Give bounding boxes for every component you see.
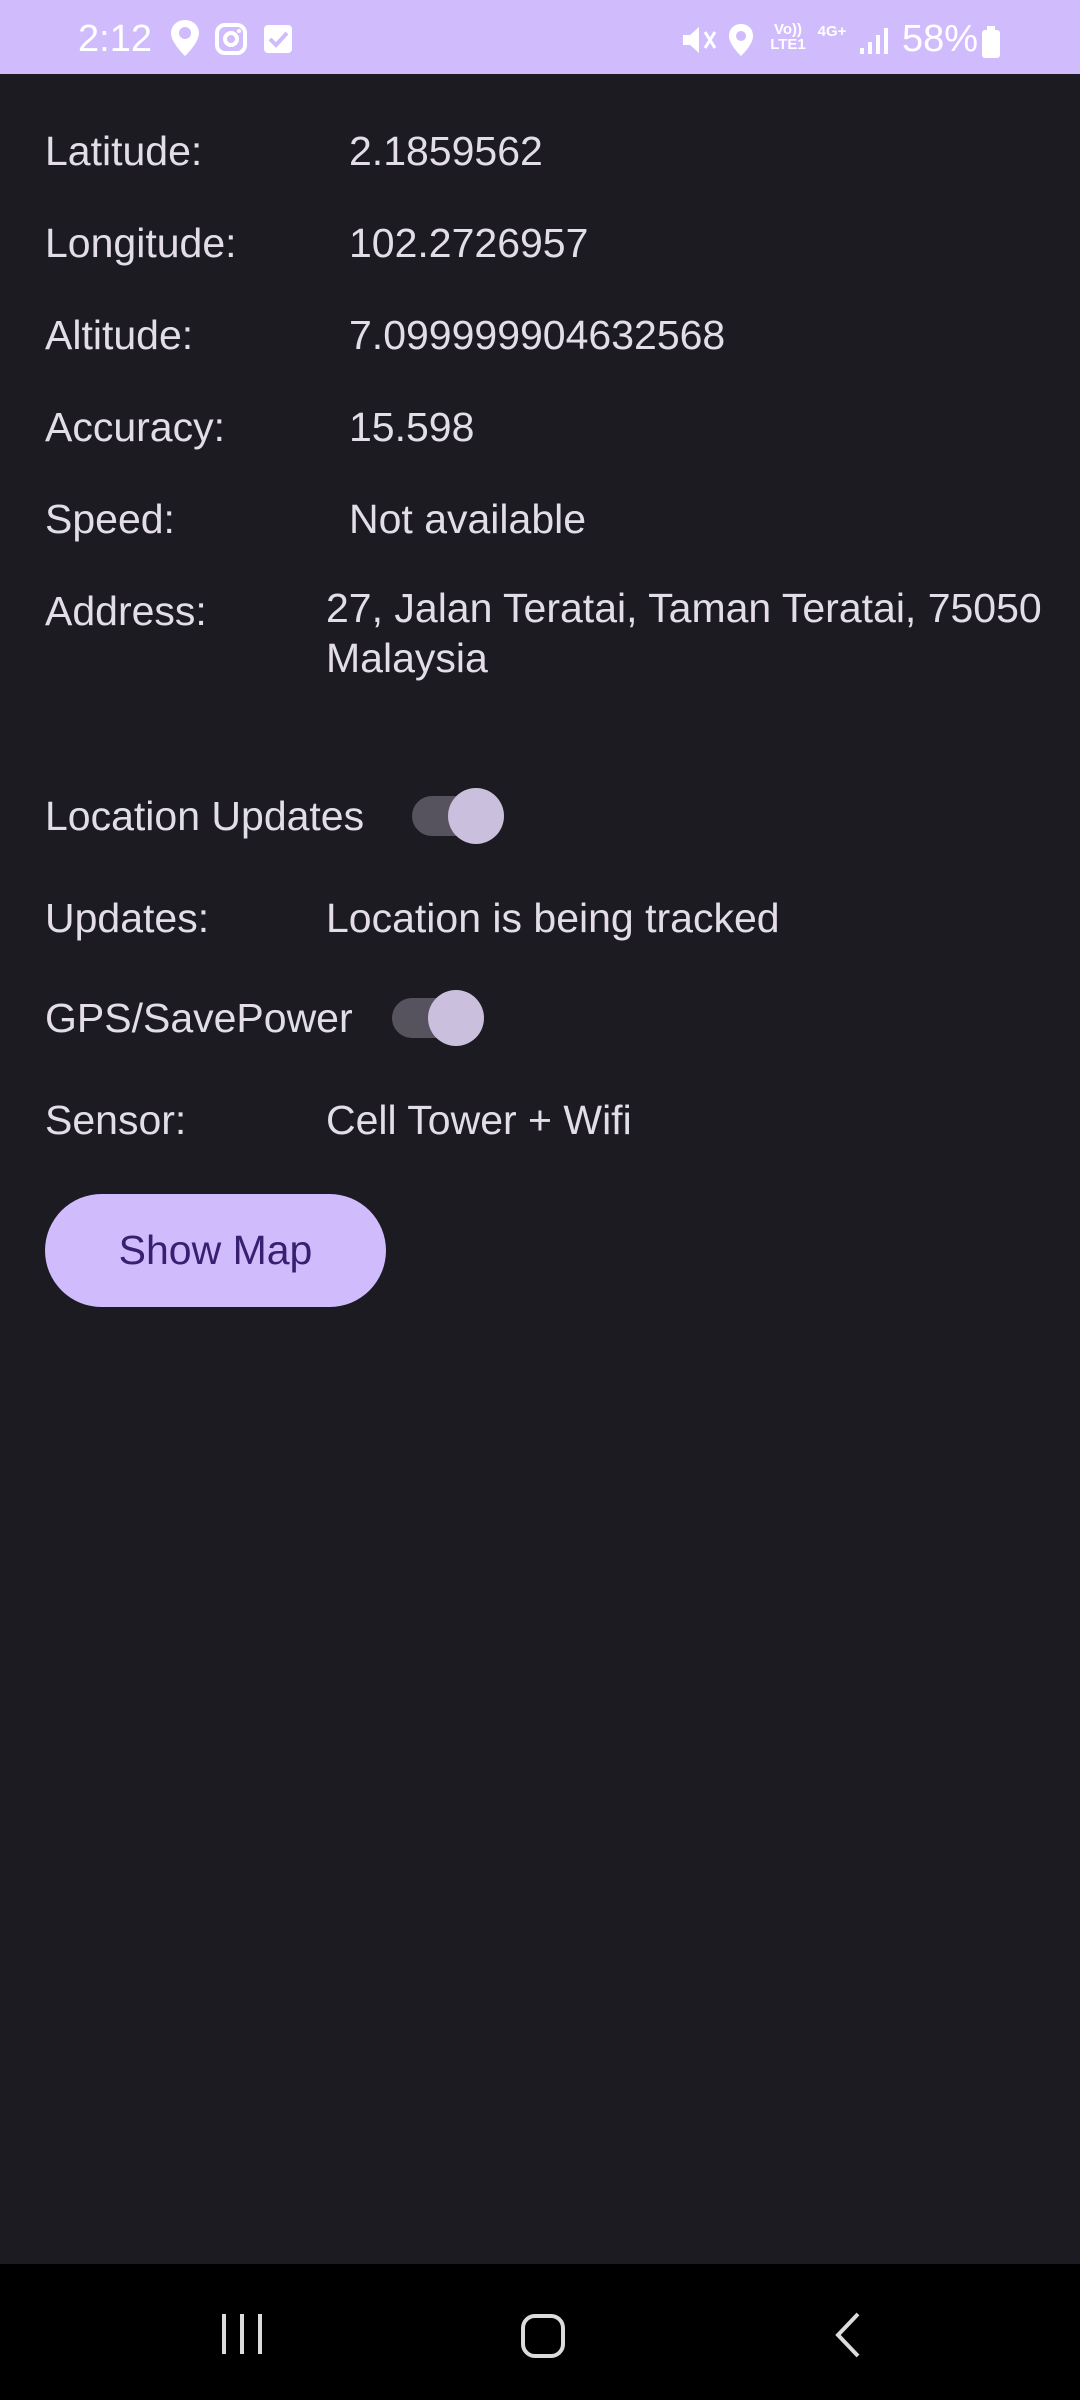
mute-icon xyxy=(680,24,718,61)
accuracy-label: Accuracy: xyxy=(45,404,225,450)
battery-percent: 58% xyxy=(902,18,979,60)
signal-icon xyxy=(858,26,890,61)
gps-savepower-switch[interactable] xyxy=(390,990,490,1046)
longitude-label: Longitude: xyxy=(45,220,237,266)
location-updates-label: Location Updates xyxy=(45,793,365,839)
checkbox-icon xyxy=(262,22,294,61)
sensor-value: Cell Tower + Wifi xyxy=(326,1097,632,1143)
speed-label: Speed: xyxy=(45,496,175,542)
network-type: 4G+ xyxy=(817,23,847,40)
switch-thumb xyxy=(448,788,504,844)
volte-indicator: Vo)) LTE1 xyxy=(770,21,806,53)
longitude-value: 102.2726957 xyxy=(349,220,589,266)
address-label: Address: xyxy=(45,588,207,634)
updates-value: Location is being tracked xyxy=(326,895,780,941)
accuracy-value: 15.598 xyxy=(349,404,475,450)
sensor-label: Sensor: xyxy=(45,1097,187,1143)
location-updates-switch[interactable] xyxy=(410,788,510,844)
battery-icon xyxy=(980,24,1002,65)
latitude-value: 2.1859562 xyxy=(349,128,543,174)
status-time: 2:12 xyxy=(78,18,152,60)
updates-label: Updates: xyxy=(45,895,210,941)
status-bar: 2:12 Vo)) LTE1 4G+ 58% xyxy=(0,0,1080,74)
gps-savepower-label: GPS/SavePower xyxy=(45,995,353,1041)
back-icon[interactable] xyxy=(832,2310,864,2365)
switch-thumb xyxy=(428,990,484,1046)
navigation-bar xyxy=(0,2264,1080,2400)
recents-icon[interactable] xyxy=(218,2312,266,2361)
altitude-value: 7.099999904632568 xyxy=(349,312,726,358)
latitude-label: Latitude: xyxy=(45,128,203,174)
speed-value: Not available xyxy=(349,496,587,542)
map-pin-icon xyxy=(168,18,202,63)
show-map-button[interactable]: Show Map xyxy=(45,1194,386,1307)
home-icon[interactable] xyxy=(519,2312,567,2365)
address-value: 27, Jalan Teratai, Taman Teratai, 75050 … xyxy=(326,585,1042,681)
location-icon xyxy=(726,22,756,63)
instagram-icon xyxy=(214,22,248,61)
altitude-label: Altitude: xyxy=(45,312,194,358)
